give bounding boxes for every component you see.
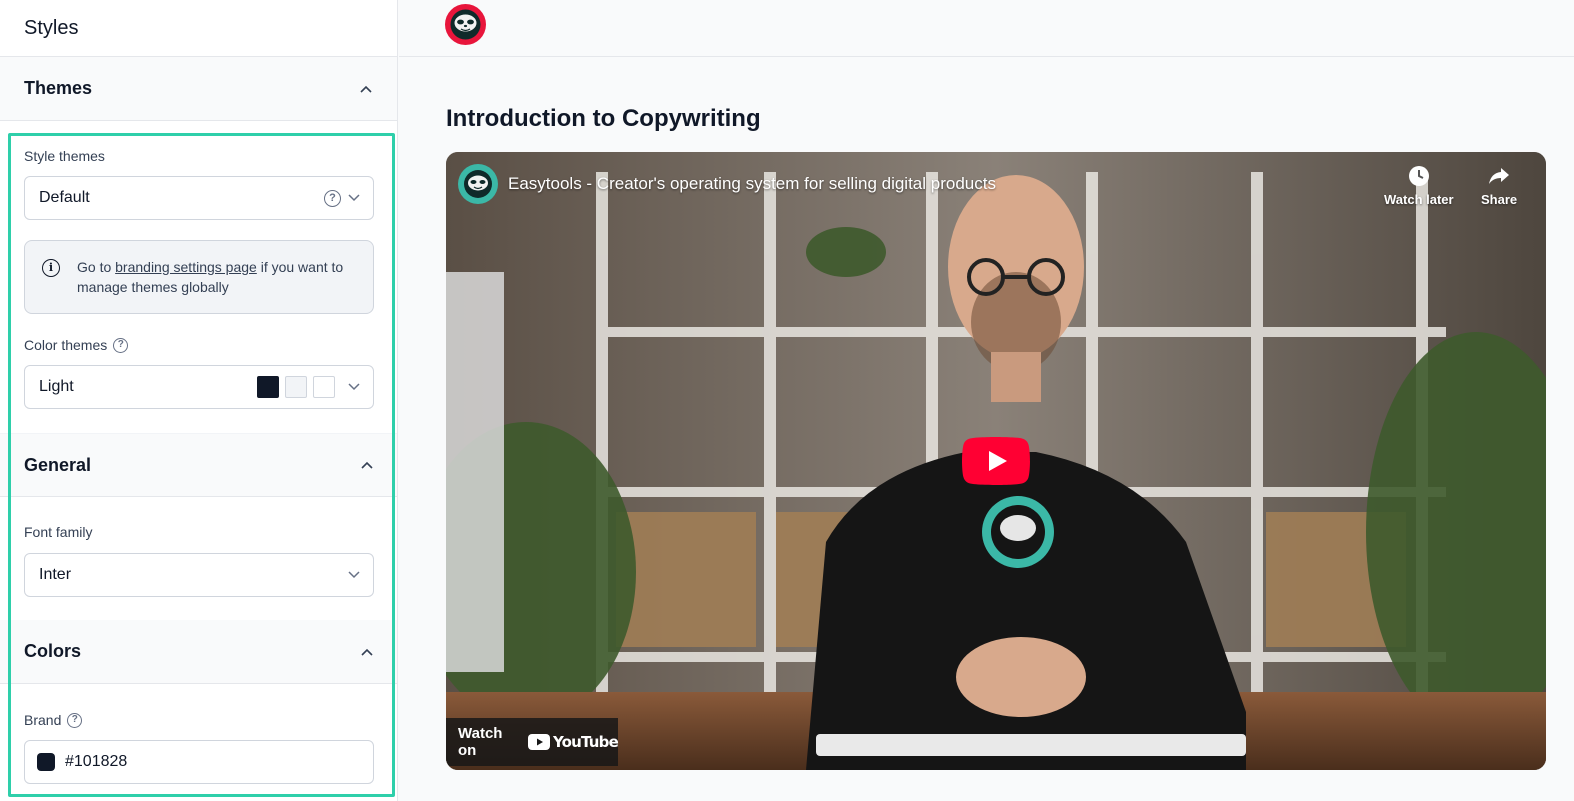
- play-icon[interactable]: [962, 437, 1030, 485]
- help-icon[interactable]: ?: [113, 337, 129, 353]
- font-family-select[interactable]: Inter: [24, 553, 374, 597]
- clock-icon: [1408, 166, 1429, 186]
- colors-section-title: Colors: [24, 641, 82, 661]
- chevron-down-icon: [347, 568, 361, 582]
- color-swatch-dark: [257, 376, 279, 398]
- color-themes-value: Light: [39, 378, 74, 395]
- general-section-title: General: [24, 454, 92, 475]
- youtube-logo: YouTube: [527, 733, 619, 751]
- color-themes-label-text: Color themes: [24, 337, 108, 353]
- colors-section-header[interactable]: Colors: [0, 620, 397, 684]
- chevron-up-icon[interactable]: [360, 645, 374, 659]
- styles-sidebar: Styles Themes Style themes Default ? i G…: [0, 0, 398, 801]
- watch-on-youtube-button[interactable]: Watch on YouTube: [446, 718, 619, 766]
- font-family-label: Font family: [24, 524, 92, 540]
- style-themes-label-text: Style themes: [24, 148, 105, 164]
- style-themes-label: Style themes: [24, 148, 105, 164]
- color-swatch-white: [313, 376, 335, 398]
- sidebar-header: Styles: [0, 0, 397, 57]
- themes-section-header[interactable]: Themes: [0, 57, 397, 121]
- themes-section-title: Themes: [24, 78, 93, 98]
- video-title[interactable]: Easytools - Creator's operating system f…: [508, 174, 996, 194]
- youtube-video-player[interactable]: Easytools - Creator's operating system f…: [446, 152, 1546, 770]
- chevron-down-icon: [347, 191, 361, 205]
- brand-color-swatch[interactable]: [37, 753, 55, 771]
- chevron-up-icon[interactable]: [360, 458, 374, 472]
- watch-later-button[interactable]: Watch later: [1384, 164, 1454, 207]
- branding-settings-link[interactable]: branding settings page: [115, 259, 257, 275]
- share-button[interactable]: Share: [1481, 164, 1517, 207]
- brand-label-text: Brand: [24, 712, 62, 728]
- page-title: Introduction to Copywriting: [446, 105, 761, 132]
- brand-color-input[interactable]: #101828: [24, 740, 374, 784]
- share-arrow-icon: [1489, 168, 1510, 184]
- colors-section: Colors: [0, 620, 397, 684]
- watch-later-label: Watch later: [1384, 192, 1454, 207]
- brand-label: Brand ?: [24, 712, 83, 728]
- brand-color-value: #101828: [65, 753, 128, 770]
- general-section: General: [0, 433, 397, 497]
- color-themes-select[interactable]: Light: [24, 365, 374, 409]
- general-section-header[interactable]: General: [0, 433, 397, 497]
- top-bar: [399, 0, 1574, 57]
- share-label: Share: [1481, 192, 1518, 207]
- help-icon[interactable]: ?: [67, 712, 83, 728]
- watch-on-label: Watch on: [458, 725, 503, 759]
- help-icon[interactable]: ?: [324, 189, 341, 207]
- info-prefix: Go to: [77, 259, 116, 275]
- info-icon: i: [42, 259, 60, 277]
- font-family-value: Inter: [39, 566, 72, 583]
- color-themes-label: Color themes ?: [24, 337, 129, 353]
- style-themes-select[interactable]: Default ?: [24, 176, 374, 220]
- youtube-play-icon: [527, 734, 550, 750]
- branding-info-box: i Go to branding settings page if you wa…: [24, 240, 374, 314]
- style-themes-value: Default: [39, 189, 90, 206]
- chevron-down-icon: [347, 380, 361, 394]
- youtube-wordmark: YouTube: [552, 733, 619, 751]
- sidebar-title: Styles: [24, 16, 79, 39]
- font-family-label-text: Font family: [24, 524, 93, 540]
- color-swatch-light: [285, 376, 307, 398]
- chevron-up-icon[interactable]: [359, 82, 373, 96]
- sloth-logo-icon[interactable]: [445, 4, 486, 45]
- channel-avatar-icon[interactable]: [458, 164, 498, 204]
